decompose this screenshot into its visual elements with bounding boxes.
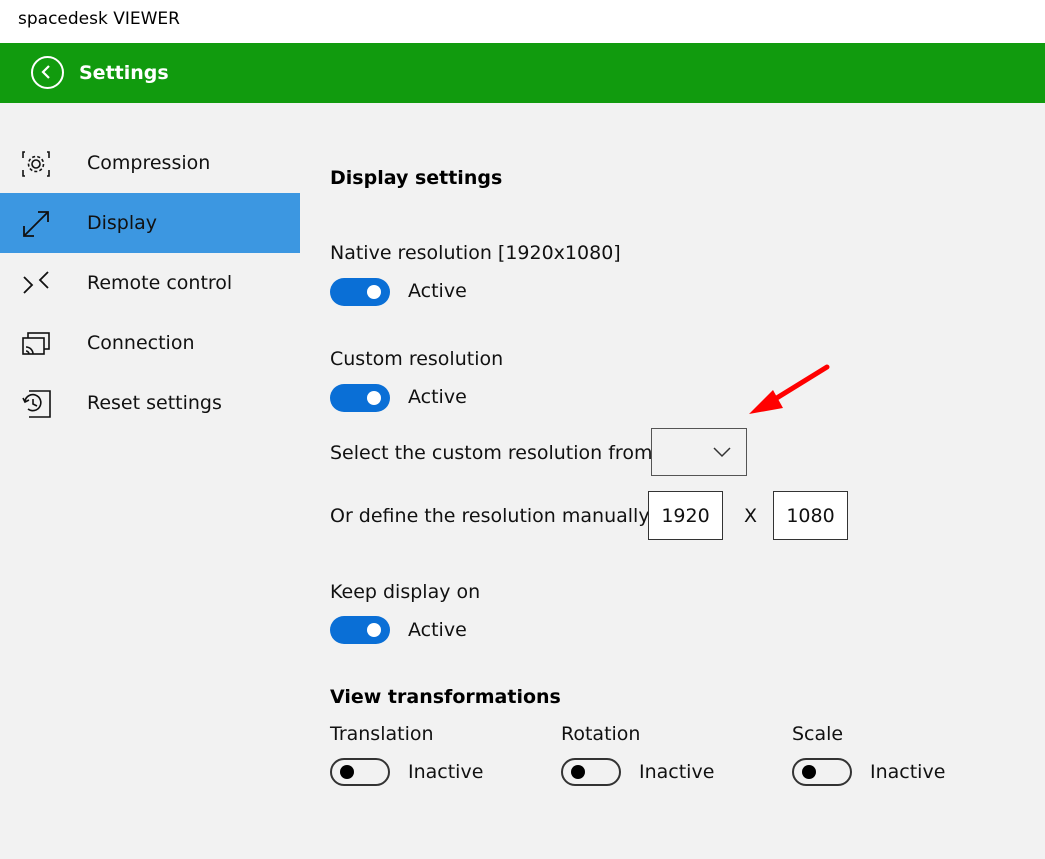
- keep-display-on-toggle[interactable]: [330, 616, 390, 644]
- resolution-dropdown[interactable]: [651, 428, 747, 476]
- sidebar-item-remote-control[interactable]: Remote control: [0, 253, 300, 313]
- rotation-state: Inactive: [639, 761, 715, 783]
- native-resolution-label: Native resolution [1920x1080]: [330, 242, 621, 264]
- chevron-left-circle-icon: [41, 65, 50, 79]
- translation-label: Translation: [330, 723, 434, 745]
- translation-toggle[interactable]: [330, 758, 390, 786]
- keep-display-on-state: Active: [408, 619, 467, 641]
- reset-history-icon: [22, 390, 51, 418]
- back-button[interactable]: [31, 56, 64, 89]
- sidebar-item-connection[interactable]: Connection: [0, 313, 300, 373]
- scale-state: Inactive: [870, 761, 946, 783]
- resolution-separator: X: [744, 505, 758, 527]
- rotation-toggle[interactable]: [561, 758, 621, 786]
- translation-state: Inactive: [408, 761, 484, 783]
- resolution-height-input[interactable]: [773, 491, 848, 540]
- compression-gear-icon: [22, 151, 50, 177]
- scale-label: Scale: [792, 723, 844, 745]
- chevron-down-icon: [713, 447, 731, 458]
- sidebar-item-display[interactable]: Display: [0, 193, 300, 253]
- rotation-label: Rotation: [561, 723, 641, 745]
- native-resolution-toggle[interactable]: [330, 278, 390, 306]
- sidebar-item-label: Connection: [87, 332, 195, 354]
- view-transformations-title: View transformations: [330, 686, 561, 708]
- custom-resolution-toggle[interactable]: [330, 384, 390, 412]
- custom-resolution-label: Custom resolution: [330, 348, 504, 370]
- sidebar-item-label: Remote control: [87, 272, 233, 294]
- sidebar-item-label: Display: [87, 212, 158, 234]
- sidebar-item-compression[interactable]: Compression: [0, 133, 300, 193]
- header-title: Settings: [79, 62, 169, 84]
- settings-header: Settings: [0, 43, 1045, 103]
- manual-resolution-label: Or define the resolution manually: [330, 505, 650, 527]
- remote-control-icon: [23, 271, 49, 294]
- select-resolution-label: Select the custom resolution from: [330, 442, 653, 464]
- scale-toggle[interactable]: [792, 758, 852, 786]
- resolution-width-input[interactable]: [648, 491, 723, 540]
- cast-screen-icon: [22, 332, 50, 355]
- window-titlebar: spacedesk VIEWER: [0, 0, 1045, 43]
- resize-diagonal-icon: [23, 211, 49, 237]
- keep-display-on-label: Keep display on: [330, 581, 481, 603]
- annotation-arrow-icon: [749, 364, 830, 414]
- custom-resolution-state: Active: [408, 386, 467, 408]
- settings-sidebar: Compression Display Remote control Conne…: [0, 133, 300, 433]
- native-resolution-state: Active: [408, 280, 467, 302]
- section-title: Display settings: [330, 167, 503, 189]
- sidebar-item-label: Reset settings: [87, 392, 222, 414]
- sidebar-item-reset-settings[interactable]: Reset settings: [0, 373, 300, 433]
- window-title: spacedesk VIEWER: [18, 9, 180, 29]
- sidebar-item-label: Compression: [87, 152, 211, 174]
